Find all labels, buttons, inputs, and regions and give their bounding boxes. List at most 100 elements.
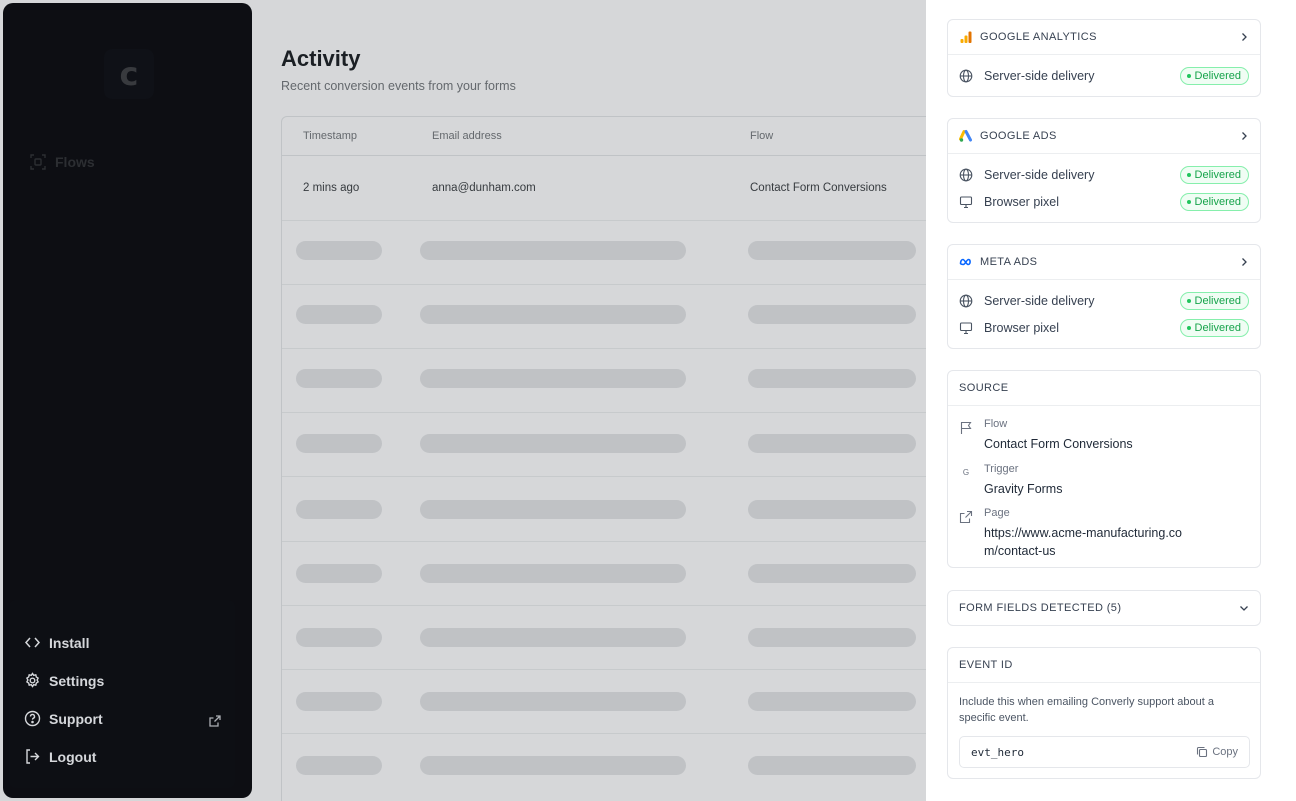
status-text: Delivered bbox=[1194, 295, 1241, 307]
globe-icon bbox=[959, 168, 973, 182]
skeleton-cell bbox=[420, 756, 686, 775]
status-badge: Delivered bbox=[1179, 319, 1249, 337]
logout-icon bbox=[26, 749, 40, 764]
skeleton-cell bbox=[296, 628, 382, 647]
delivery-label: Server-side delivery bbox=[984, 168, 1095, 182]
status-badge: Delivered bbox=[1179, 292, 1249, 310]
delivery-row: Browser pixel Delivered bbox=[959, 318, 1249, 338]
column-header-flow[interactable]: Flow bbox=[750, 130, 773, 142]
destination-header[interactable]: META ADS bbox=[948, 245, 1260, 280]
help-circle-icon bbox=[24, 710, 41, 727]
external-link-icon bbox=[209, 715, 221, 727]
status-dot bbox=[1186, 74, 1191, 78]
skeleton-cell bbox=[420, 628, 686, 647]
event-detail-panel: GOOGLE ANALYTICS Server-side delivery De… bbox=[926, 0, 1296, 801]
cell-email: anna@dunham.com bbox=[432, 182, 536, 194]
sidebar-item-install[interactable]: Install bbox=[24, 634, 89, 651]
sidebar-item-support[interactable]: Support bbox=[24, 710, 103, 727]
skeleton-cell bbox=[748, 628, 916, 647]
destination-header[interactable]: GOOGLE ADS bbox=[948, 119, 1260, 154]
skeleton-cell bbox=[748, 434, 916, 453]
delivery-label: Server-side delivery bbox=[984, 69, 1095, 83]
skeleton-cell bbox=[748, 500, 916, 519]
destination-name: META ADS bbox=[980, 256, 1038, 268]
form-fields-header[interactable]: FORM FIELDS DETECTED (5) bbox=[948, 591, 1260, 625]
skeleton-cell bbox=[748, 756, 916, 775]
monitor-icon bbox=[959, 196, 973, 209]
column-header-timestamp[interactable]: Timestamp bbox=[303, 130, 357, 142]
sidebar-item-logout[interactable]: Logout bbox=[24, 748, 96, 765]
sidebar-item-label: Flows bbox=[55, 154, 95, 170]
row-divider bbox=[282, 669, 940, 670]
status-text: Delivered bbox=[1194, 169, 1241, 181]
delivery-row: Browser pixel Delivered bbox=[959, 192, 1249, 212]
source-trigger-value: Gravity Forms bbox=[984, 482, 1063, 496]
skeleton-cell bbox=[748, 564, 916, 583]
skeleton-cell bbox=[296, 241, 382, 260]
status-dot bbox=[1186, 299, 1191, 303]
event-id-value[interactable]: evt_hero bbox=[971, 746, 1024, 759]
source-page-label: Page bbox=[984, 507, 1010, 519]
form-fields-title: FORM FIELDS DETECTED (5) bbox=[959, 602, 1122, 614]
row-divider bbox=[282, 412, 940, 413]
globe-icon bbox=[959, 69, 973, 83]
event-id-card: EVENT ID Include this when emailing Conv… bbox=[947, 647, 1261, 779]
status-text: Delivered bbox=[1194, 196, 1241, 208]
skeleton-cell bbox=[748, 692, 916, 711]
source-trigger-label: Trigger bbox=[984, 463, 1019, 475]
delivery-label: Server-side delivery bbox=[984, 294, 1095, 308]
skeleton-cell bbox=[748, 305, 916, 324]
skeleton-cell bbox=[296, 369, 382, 388]
gear-icon bbox=[25, 672, 40, 688]
source-flow-value[interactable]: Contact Form Conversions bbox=[984, 435, 1244, 453]
skeleton-cell bbox=[420, 500, 686, 519]
delivery-row: Server-side delivery Delivered bbox=[959, 291, 1249, 311]
google-analytics-icon bbox=[959, 30, 973, 44]
row-divider bbox=[282, 733, 940, 734]
row-divider bbox=[282, 476, 940, 477]
skeleton-cell bbox=[420, 434, 686, 453]
source-page-link[interactable]: https://www.acme-manufacturing.com/conta… bbox=[984, 524, 1194, 560]
status-text: Delivered bbox=[1194, 70, 1241, 82]
skeleton-cell bbox=[296, 434, 382, 453]
cell-flow: Contact Form Conversions bbox=[750, 182, 887, 194]
copy-button[interactable]: Copy bbox=[1196, 746, 1238, 758]
row-divider bbox=[282, 284, 940, 285]
column-header-email[interactable]: Email address bbox=[432, 130, 502, 142]
sidebar-item-label: Support bbox=[49, 710, 103, 727]
code-icon bbox=[24, 637, 41, 648]
status-dot bbox=[1186, 173, 1191, 177]
globe-icon bbox=[959, 294, 973, 308]
delivery-row: Server-side delivery Delivered bbox=[959, 165, 1249, 185]
status-badge: Delivered bbox=[1179, 67, 1249, 85]
chevron-right-icon bbox=[1242, 132, 1247, 140]
event-id-field: evt_hero Copy bbox=[959, 736, 1250, 768]
cell-timestamp: 2 mins ago bbox=[303, 182, 360, 194]
destination-header[interactable]: GOOGLE ANALYTICS bbox=[948, 20, 1260, 55]
skeleton-cell bbox=[296, 305, 382, 324]
skeleton-cell bbox=[420, 692, 686, 711]
chevron-down-icon bbox=[1240, 606, 1248, 611]
sidebar-item-settings[interactable]: Settings bbox=[24, 672, 104, 689]
chevron-right-icon bbox=[1242, 33, 1247, 41]
meta-icon bbox=[959, 255, 973, 269]
external-link-icon bbox=[959, 510, 973, 524]
status-badge: Delivered bbox=[1179, 193, 1249, 211]
status-dot bbox=[1186, 200, 1191, 204]
source-card: SOURCE Flow Contact Form Conversions G T… bbox=[947, 370, 1261, 568]
monitor-icon bbox=[959, 322, 973, 335]
delivery-label: Browser pixel bbox=[984, 195, 1060, 209]
row-divider bbox=[282, 220, 940, 221]
status-text: Delivered bbox=[1194, 322, 1241, 334]
status-badge: Delivered bbox=[1179, 166, 1249, 184]
destination-name: GOOGLE ADS bbox=[980, 130, 1057, 142]
destination-name: GOOGLE ANALYTICS bbox=[980, 31, 1097, 43]
sidebar-item-flows[interactable]: Flows bbox=[29, 153, 95, 171]
skeleton-cell bbox=[420, 305, 686, 324]
flag-icon bbox=[960, 421, 972, 434]
form-fields-card[interactable]: FORM FIELDS DETECTED (5) bbox=[947, 590, 1261, 626]
row-divider bbox=[282, 541, 940, 542]
skeleton-cell bbox=[296, 692, 382, 711]
destination-card-google-analytics: GOOGLE ANALYTICS Server-side delivery De… bbox=[947, 19, 1261, 97]
app-logo[interactable]: c bbox=[104, 49, 154, 99]
